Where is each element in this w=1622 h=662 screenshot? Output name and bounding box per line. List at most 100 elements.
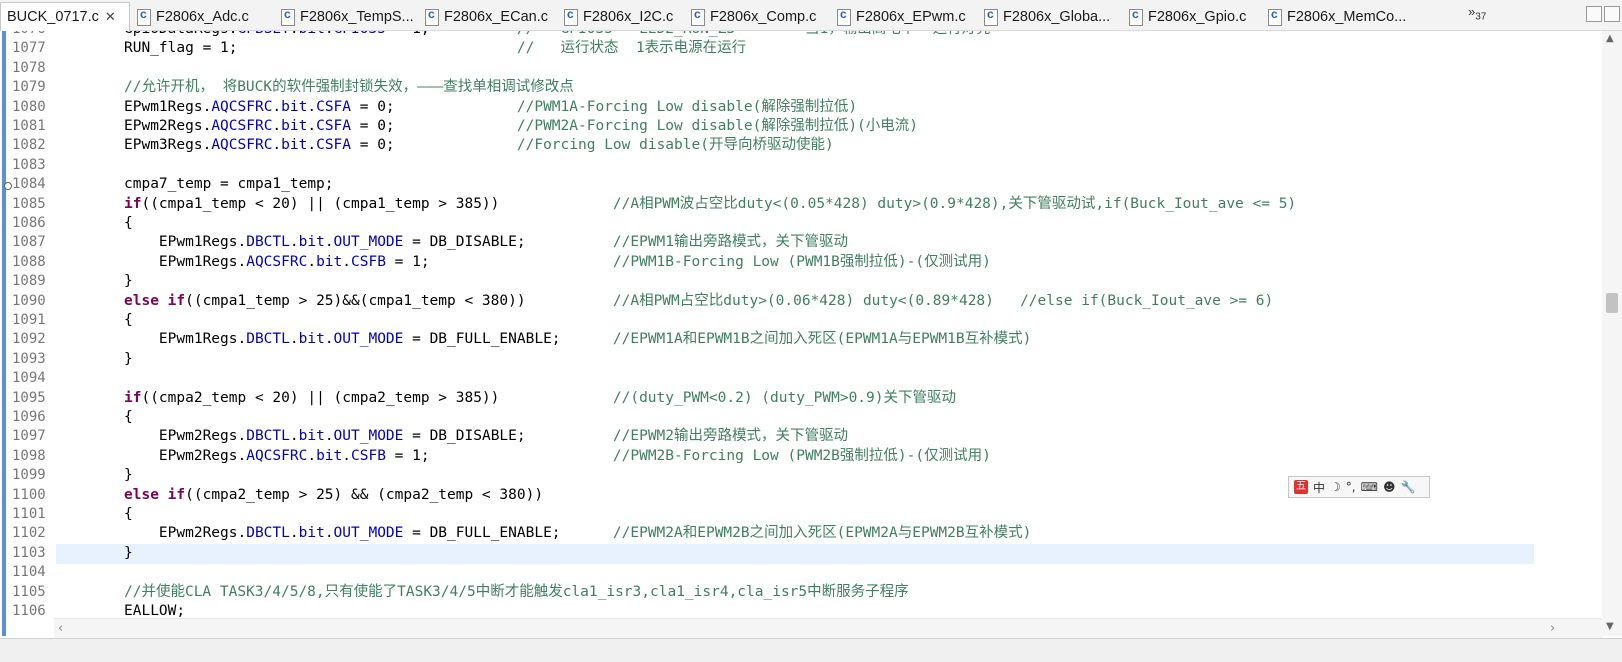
code-line[interactable]: if((cmpa1_temp < 20) || (cmpa1_temp > 38… <box>124 194 1296 214</box>
line-number: 1090 <box>12 292 46 309</box>
tab-label: F2806x_Comp.c <box>710 8 817 25</box>
line-number: 1103 <box>12 544 46 561</box>
c-file-icon <box>563 7 579 26</box>
ime-toolbar[interactable]: 五 中 ☽ °, ⌨ ☻ 🔧 <box>1288 476 1430 498</box>
code-line[interactable]: { <box>124 504 133 524</box>
code-line[interactable]: } <box>124 349 133 369</box>
c-file-icon <box>690 7 706 26</box>
code-line[interactable]: EPwm2Regs.DBCTL.bit.OUT_MODE = DB_DISABL… <box>124 426 848 446</box>
line-number: 1105 <box>12 583 46 600</box>
line-number: 1100 <box>12 486 46 503</box>
line-number: 1091 <box>12 312 46 328</box>
code-line[interactable]: EPwm2Regs.AQCSFRC.bit.CSFB = 1; //PWM2B-… <box>124 446 991 466</box>
c-file-icon <box>136 7 152 26</box>
vertical-scrollbar[interactable]: ▲ ▼ <box>1602 31 1622 636</box>
vertical-scroll-thumb[interactable] <box>1606 293 1618 313</box>
code-line[interactable]: else if((cmpa1_temp > 25)&&(cmpa1_temp <… <box>124 291 1273 311</box>
scroll-down-icon[interactable]: ▼ <box>1606 621 1614 632</box>
line-number: 1084 <box>12 176 46 193</box>
line-number: 1098 <box>12 447 46 464</box>
line-number: 1077 <box>12 40 46 57</box>
tab-label: F2806x_MemCo... <box>1287 8 1407 25</box>
code-line[interactable]: EPwm1Regs.DBCTL.bit.OUT_MODE = DB_FULL_E… <box>124 329 1031 349</box>
c-file-icon <box>280 7 296 26</box>
ime-moon-icon[interactable]: ☽ <box>1330 480 1341 494</box>
tab-label: BUCK_0717.c <box>7 9 99 25</box>
current-line-highlight <box>56 544 1534 564</box>
code-line[interactable]: { <box>124 407 133 427</box>
status-bar <box>0 638 1622 662</box>
c-file-icon <box>836 7 852 26</box>
tab-0[interactable]: BUCK_0717.c ✕ <box>0 2 130 31</box>
code-line[interactable]: } <box>124 465 133 485</box>
tab-label: F2806x_TempS... <box>300 8 414 25</box>
tab-label: F2806x_EPwm.c <box>856 8 966 25</box>
tab-label: F2806x_Globa... <box>1003 8 1111 25</box>
line-number: 1092 <box>12 331 46 348</box>
maximize-view-button[interactable] <box>1604 6 1620 22</box>
code-line[interactable]: cmpa7_temp = cmpa1_temp; <box>124 174 334 194</box>
line-number: 1101 <box>12 506 46 522</box>
tab-9[interactable]: F2806x_MemCo... <box>1263 3 1411 30</box>
line-number: 1099 <box>12 467 46 484</box>
tab-label: F2806x_I2C.c <box>583 8 674 25</box>
line-number: 1085 <box>12 195 46 212</box>
line-number: 1096 <box>12 409 46 425</box>
tab-6[interactable]: F2806x_EPwm.c <box>832 3 976 30</box>
ime-logo-icon[interactable]: 五 <box>1294 480 1308 494</box>
line-number: 1094 <box>12 370 46 387</box>
tab-1[interactable]: F2806x_Adc.c <box>132 3 272 30</box>
ime-chinese-mode-toggle[interactable]: 中 <box>1313 479 1325 496</box>
line-number: 1089 <box>12 273 46 290</box>
ime-punctuation-toggle[interactable]: °, <box>1346 480 1356 494</box>
fold-marker-icon[interactable] <box>4 182 12 190</box>
tab-8[interactable]: F2806x_Gpio.c <box>1124 3 1260 30</box>
code-line[interactable]: EPwm1Regs.AQCSFRC.bit.CSFA = 0; //PWM1A-… <box>124 97 857 117</box>
ime-settings-icon[interactable]: 🔧 <box>1400 480 1415 494</box>
code-line[interactable]: EPwm3Regs.AQCSFRC.bit.CSFA = 0; //Forcin… <box>124 135 834 155</box>
code-line[interactable]: EPwm1Regs.DBCTL.bit.OUT_MODE = DB_DISABL… <box>124 232 848 252</box>
code-line[interactable]: else if((cmpa2_temp > 25) && (cmpa2_temp… <box>124 485 543 505</box>
tab-3[interactable]: F2806x_ECan.c <box>420 3 556 30</box>
code-line[interactable]: //允许开机， 将BUCK的软件强制封锁失效，———查找单相调试修改点 <box>124 77 574 97</box>
code-line[interactable]: { <box>124 310 133 330</box>
c-file-icon <box>983 7 999 26</box>
horizontal-scrollbar[interactable]: ‹ › <box>54 618 1602 638</box>
tab-label: F2806x_Adc.c <box>156 8 249 25</box>
line-number: 1082 <box>12 137 46 154</box>
tab-2[interactable]: F2806x_TempS... <box>276 3 418 30</box>
code-line[interactable]: RUN_flag = 1; // 运行状态 1表示电源在运行 <box>124 38 746 58</box>
tab-label: F2806x_Gpio.c <box>1148 8 1247 25</box>
tab-7[interactable]: F2806x_Globa... <box>979 3 1121 30</box>
code-line[interactable]: EPwm2Regs.DBCTL.bit.OUT_MODE = DB_FULL_E… <box>124 523 1031 543</box>
ime-user-icon[interactable]: ☻ <box>1383 480 1396 494</box>
tab-4[interactable]: F2806x_I2C.c <box>559 3 683 30</box>
code-editor[interactable]: 1076GpioDataRegs.GPBSET.bit.GPIO35 = 1; … <box>0 31 1622 636</box>
code-line[interactable]: //并使能CLA TASK3/4/5/8,只有使能了TASK3/4/5中断才能触… <box>124 582 909 602</box>
code-line[interactable]: EPwm1Regs.AQCSFRC.bit.CSFB = 1; //PWM1B-… <box>124 252 991 272</box>
line-number: 1106 <box>12 603 46 619</box>
code-line[interactable]: } <box>124 543 133 563</box>
minimize-view-button[interactable] <box>1586 6 1602 22</box>
code-line[interactable]: if((cmpa2_temp < 20) || (cmpa2_temp > 38… <box>124 388 956 408</box>
tab-5[interactable]: F2806x_Comp.c <box>686 3 828 30</box>
c-file-icon <box>1267 7 1283 26</box>
line-number: 1093 <box>12 350 46 367</box>
scroll-right-icon[interactable]: › <box>1550 621 1555 636</box>
line-number: 1083 <box>12 156 46 173</box>
close-tab-icon[interactable]: ✕ <box>105 9 116 25</box>
line-number: 1079 <box>12 79 46 96</box>
code-line[interactable]: EPwm2Regs.AQCSFRC.bit.CSFA = 0; //PWM2A-… <box>124 116 918 136</box>
ime-keyboard-icon[interactable]: ⌨ <box>1361 480 1378 494</box>
overflow-count: 37 <box>1475 11 1487 23</box>
code-line[interactable]: { <box>124 213 133 233</box>
code-line[interactable]: } <box>124 271 133 291</box>
tab-label: F2806x_ECan.c <box>444 8 548 25</box>
scroll-up-icon[interactable]: ▲ <box>1606 33 1614 44</box>
c-file-icon <box>1128 7 1144 26</box>
line-number: 1080 <box>12 98 46 115</box>
overview-ruler <box>0 31 6 636</box>
editor-tab-bar: BUCK_0717.c ✕ F2806x_Adc.c F2806x_TempS... F… <box>0 0 1622 31</box>
scroll-left-icon[interactable]: ‹ <box>58 621 63 636</box>
tab-overflow-button[interactable]: »37 <box>1468 4 1486 23</box>
